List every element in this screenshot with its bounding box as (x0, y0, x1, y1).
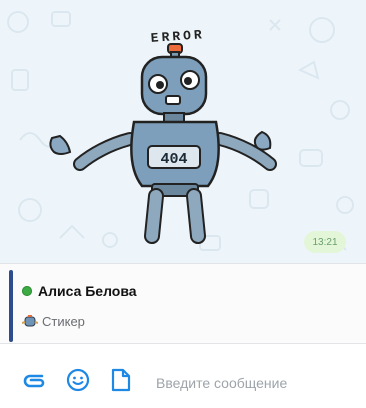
message-input[interactable] (156, 371, 356, 395)
reply-sender-name: Алиса Белова (38, 283, 137, 299)
robot-404-sticker[interactable]: ERROR 404 (30, 14, 290, 246)
reply-sender: Алиса Белова (22, 283, 137, 299)
sticker-preview-icon (22, 314, 38, 326)
sticker-404-display: 404 (160, 151, 187, 168)
reply-preview-line: Стикер (22, 314, 85, 329)
reply-preview[interactable]: Алиса Белова Стикер (0, 263, 366, 344)
chat-window: ERROR 404 13:21 Алиса Белова Стикер Введ… (0, 0, 366, 408)
message-composer (0, 344, 366, 408)
emoji-icon[interactable] (66, 368, 90, 392)
reply-accent-bar (9, 270, 13, 342)
file-icon[interactable] (110, 368, 132, 392)
message-area: ERROR 404 13:21 (0, 0, 366, 263)
message-timestamp: 13:21 (304, 231, 346, 253)
attach-icon[interactable] (20, 370, 46, 390)
online-status-icon (22, 286, 32, 296)
reply-preview-text: Стикер (42, 314, 85, 329)
